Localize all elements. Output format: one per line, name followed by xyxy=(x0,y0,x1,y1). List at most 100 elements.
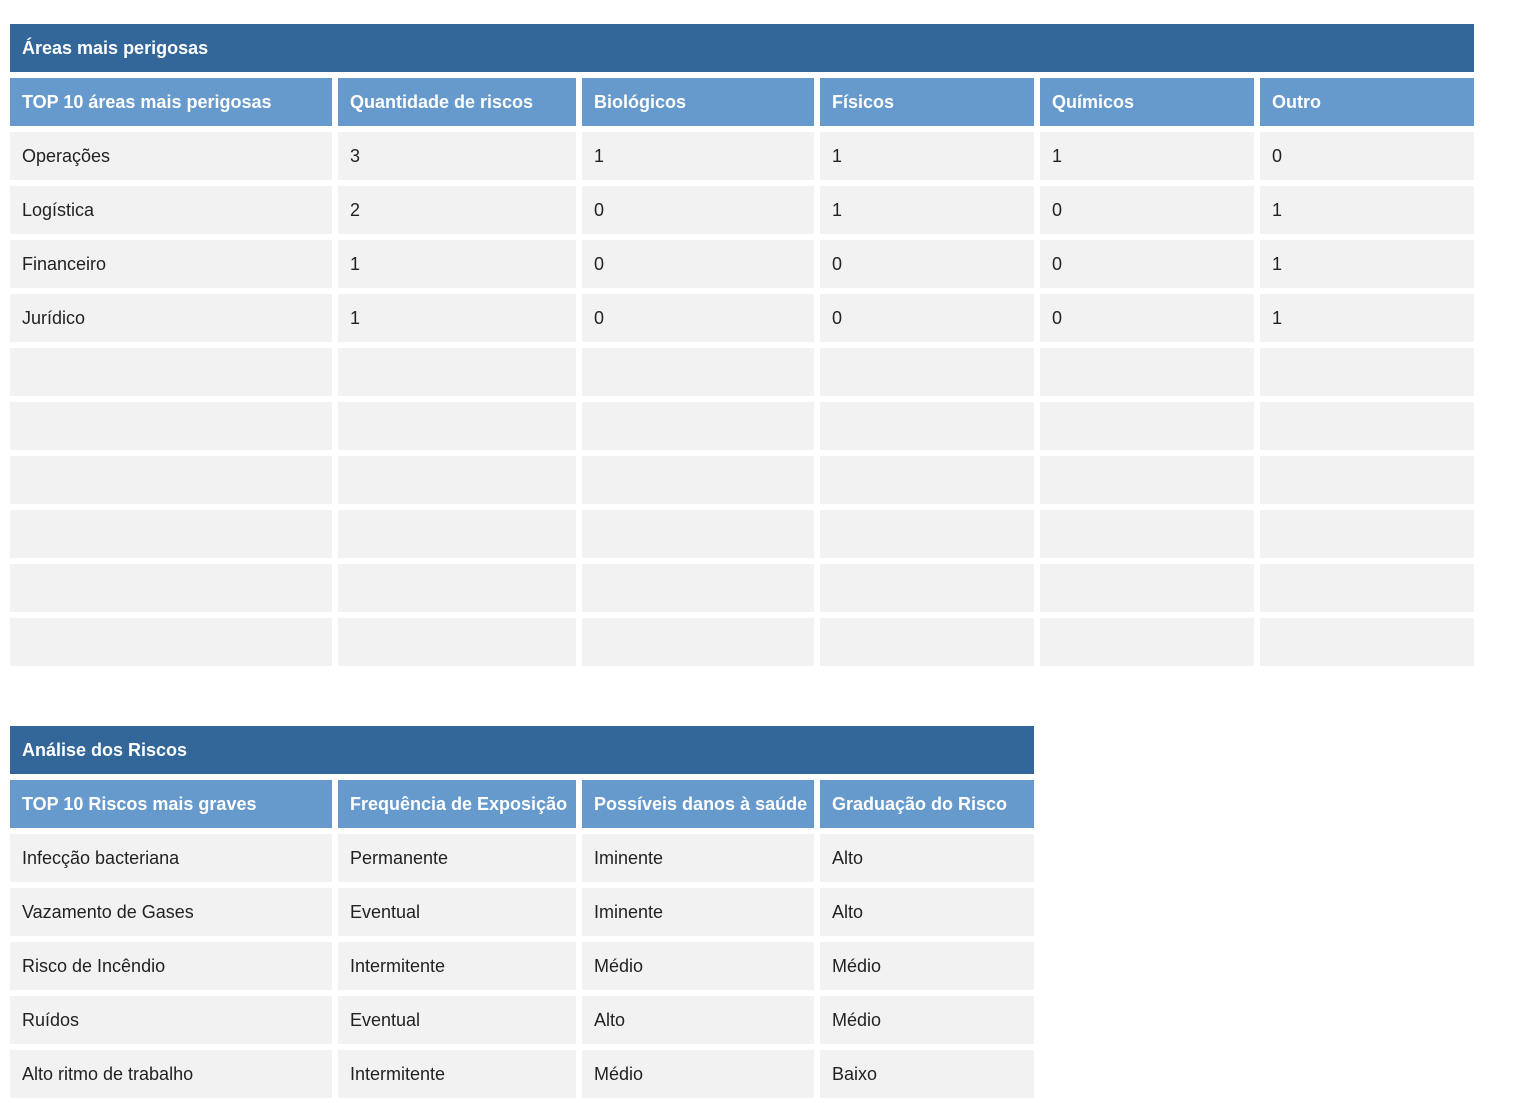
biological-cell xyxy=(582,564,814,612)
column-header-risk-grade: Graduação do Risco xyxy=(820,780,1034,828)
area-name-cell xyxy=(10,564,332,612)
chemical-cell: 0 xyxy=(1040,294,1254,342)
risk-count-cell xyxy=(338,618,576,666)
biological-cell: 1 xyxy=(582,132,814,180)
table-row xyxy=(10,618,1474,666)
area-name-cell xyxy=(10,510,332,558)
risk-count-cell: 1 xyxy=(338,240,576,288)
biological-cell: 0 xyxy=(582,186,814,234)
other-cell: 1 xyxy=(1260,240,1474,288)
health-damage-cell: Alto xyxy=(582,996,814,1044)
health-damage-cell: Médio xyxy=(582,942,814,990)
biological-cell xyxy=(582,456,814,504)
area-name-cell: Logística xyxy=(10,186,332,234)
exposure-frequency-cell: Intermitente xyxy=(338,1050,576,1098)
exposure-frequency-cell: Permanente xyxy=(338,834,576,882)
area-name-cell xyxy=(10,618,332,666)
risk-analysis-body: Infecção bacteriana Permanente Iminente Alt… xyxy=(10,834,1034,1098)
column-header-physical: Físicos xyxy=(820,78,1034,126)
biological-cell xyxy=(582,402,814,450)
table-row: Alto ritmo de trabalho Intermitente Médio B… xyxy=(10,1050,1034,1098)
dangerous-areas-title: Áreas mais perigosas xyxy=(10,24,1474,72)
risk-count-cell xyxy=(338,348,576,396)
physical-cell xyxy=(820,564,1034,612)
table-row xyxy=(10,402,1474,450)
table-row: Infecção bacteriana Permanente Iminente Alt… xyxy=(10,834,1034,882)
table-row: Vazamento de Gases Eventual Iminente Alto xyxy=(10,888,1034,936)
other-cell xyxy=(1260,456,1474,504)
biological-cell xyxy=(582,348,814,396)
chemical-cell xyxy=(1040,456,1254,504)
area-name-cell xyxy=(10,456,332,504)
column-header-other: Outro xyxy=(1260,78,1474,126)
other-cell: 0 xyxy=(1260,132,1474,180)
table-row: Operações 3 1 1 1 0 xyxy=(10,132,1474,180)
table-header-row: TOP 10 Riscos mais graves Frequência de … xyxy=(10,780,1034,828)
risk-name-cell: Alto ritmo de trabalho xyxy=(10,1050,332,1098)
risk-name-cell: Ruídos xyxy=(10,996,332,1044)
area-name-cell: Jurídico xyxy=(10,294,332,342)
physical-cell: 0 xyxy=(820,240,1034,288)
risk-grade-cell: Médio xyxy=(820,996,1034,1044)
physical-cell xyxy=(820,618,1034,666)
exposure-frequency-cell: Eventual xyxy=(338,996,576,1044)
table-row xyxy=(10,456,1474,504)
table-row: Logística 2 0 1 0 1 xyxy=(10,186,1474,234)
table-row xyxy=(10,510,1474,558)
physical-cell xyxy=(820,456,1034,504)
other-cell: 1 xyxy=(1260,294,1474,342)
table-row: Jurídico 1 0 0 0 1 xyxy=(10,294,1474,342)
biological-cell: 0 xyxy=(582,294,814,342)
other-cell xyxy=(1260,402,1474,450)
table-row: Financeiro 1 0 0 0 1 xyxy=(10,240,1474,288)
risk-count-cell: 2 xyxy=(338,186,576,234)
biological-cell xyxy=(582,510,814,558)
area-name-cell: Financeiro xyxy=(10,240,332,288)
column-header-risk: TOP 10 Riscos mais graves xyxy=(10,780,332,828)
physical-cell: 1 xyxy=(820,186,1034,234)
risk-grade-cell: Alto xyxy=(820,834,1034,882)
column-header-health-damage: Possíveis danos à saúde xyxy=(582,780,814,828)
biological-cell: 0 xyxy=(582,240,814,288)
chemical-cell xyxy=(1040,510,1254,558)
risk-grade-cell: Alto xyxy=(820,888,1034,936)
other-cell xyxy=(1260,510,1474,558)
risk-count-cell xyxy=(338,402,576,450)
area-name-cell xyxy=(10,402,332,450)
risk-analysis-table: Análise dos Riscos TOP 10 Riscos mais gr… xyxy=(10,726,1034,1098)
risk-analysis-title: Análise dos Riscos xyxy=(10,726,1034,774)
health-damage-cell: Iminente xyxy=(582,834,814,882)
risk-count-cell xyxy=(338,564,576,612)
dangerous-areas-body: Operações 3 1 1 1 0 Logística 2 0 1 0 1 Financeiro 1 0… xyxy=(10,132,1474,666)
chemical-cell xyxy=(1040,618,1254,666)
risk-name-cell: Risco de Incêndio xyxy=(10,942,332,990)
physical-cell: 1 xyxy=(820,132,1034,180)
area-name-cell: Operações xyxy=(10,132,332,180)
physical-cell xyxy=(820,510,1034,558)
table-row: Ruídos Eventual Alto Médio xyxy=(10,996,1034,1044)
physical-cell xyxy=(820,348,1034,396)
column-header-chemical: Químicos xyxy=(1040,78,1254,126)
health-damage-cell: Iminente xyxy=(582,888,814,936)
health-damage-cell: Médio xyxy=(582,1050,814,1098)
chemical-cell xyxy=(1040,348,1254,396)
chemical-cell: 0 xyxy=(1040,186,1254,234)
chemical-cell: 1 xyxy=(1040,132,1254,180)
physical-cell xyxy=(820,402,1034,450)
biological-cell xyxy=(582,618,814,666)
physical-cell: 0 xyxy=(820,294,1034,342)
other-cell xyxy=(1260,564,1474,612)
column-header-area: TOP 10 áreas mais perigosas xyxy=(10,78,332,126)
chemical-cell: 0 xyxy=(1040,240,1254,288)
column-header-biological: Biológicos xyxy=(582,78,814,126)
chemical-cell xyxy=(1040,402,1254,450)
column-header-exposure-frequency: Frequência de Exposição xyxy=(338,780,576,828)
risk-count-cell: 3 xyxy=(338,132,576,180)
risk-count-cell: 1 xyxy=(338,294,576,342)
exposure-frequency-cell: Intermitente xyxy=(338,942,576,990)
other-cell: 1 xyxy=(1260,186,1474,234)
risk-name-cell: Vazamento de Gases xyxy=(10,888,332,936)
table-row xyxy=(10,564,1474,612)
other-cell xyxy=(1260,348,1474,396)
risk-name-cell: Infecção bacteriana xyxy=(10,834,332,882)
